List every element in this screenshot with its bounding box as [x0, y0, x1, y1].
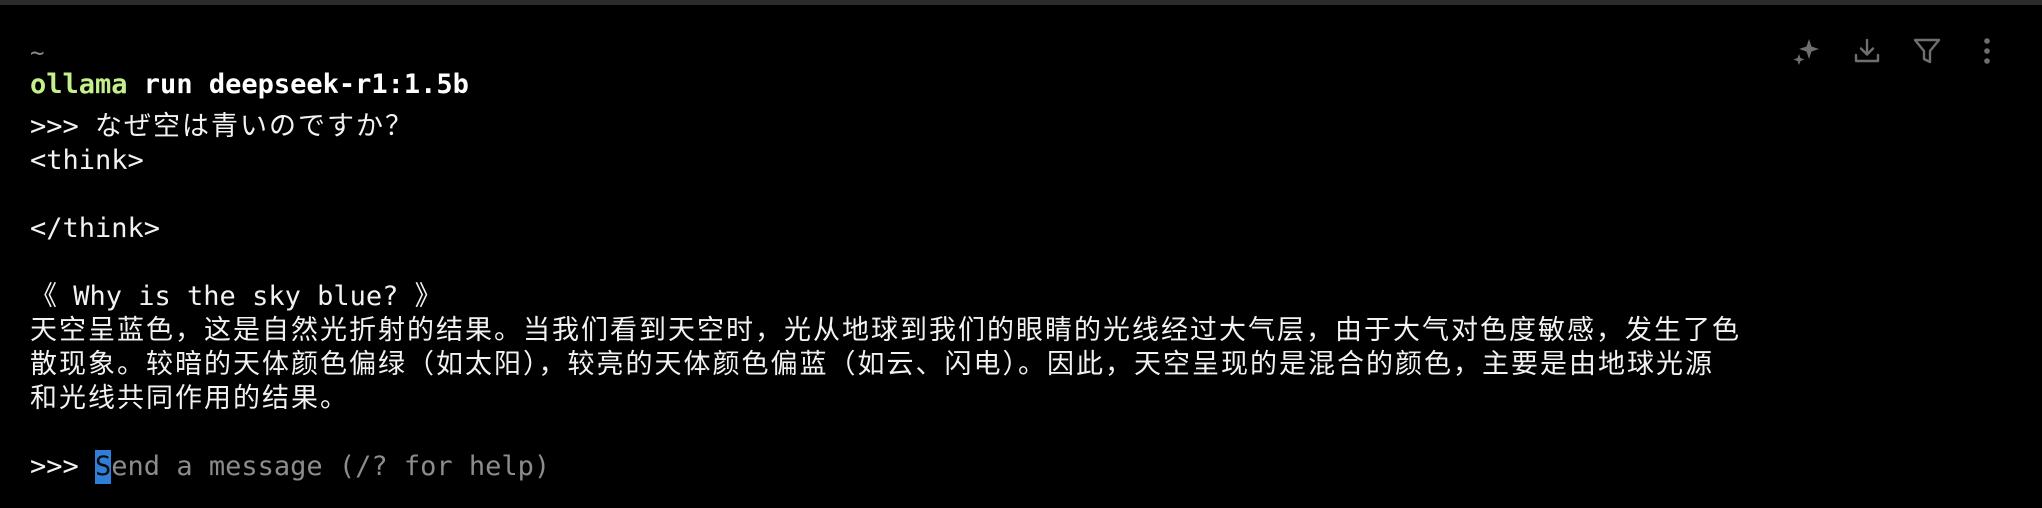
response-line-3: 和光线共同作用的结果。 [30, 383, 349, 414]
user-prompt-line: >>> なぜ空は青いのですか？ [30, 110, 1990, 144]
response-line-2: 散现象。较暗的天体颜色偏绿（如太阳），较亮的天体颜色偏蓝（如云、闪电）。因此，天… [30, 349, 1714, 380]
terminal-output[interactable]: ~ ollama run deepseek-r1:1.5b >>> なぜ空は青い… [30, 38, 1990, 484]
command-program: ollama [30, 69, 128, 100]
command-line: ollama run deepseek-r1:1.5b [30, 68, 1990, 102]
input-line[interactable]: >>> Send a message (/? for help) [30, 450, 1990, 484]
input-prompt-symbol: >>> [30, 451, 96, 482]
text-cursor: S [95, 450, 112, 484]
think-close-tag: </think> [30, 213, 161, 244]
response-title: 《 Why is the sky blue? 》 [30, 281, 442, 312]
response-line-1: 天空呈蓝色，这是自然光折射的结果。当我们看到天空时，光从地球到我们的眼睛的光线经… [30, 315, 1741, 346]
prompt-symbol: >>> [30, 111, 96, 142]
current-directory: ~ [30, 39, 45, 67]
window-top-border [0, 0, 2042, 5]
message-input-placeholder[interactable]: end a message (/? for help) [111, 451, 550, 482]
command-args: run deepseek-r1:1.5b [127, 69, 469, 100]
user-message: なぜ空は青いのですか？ [95, 111, 415, 142]
think-open-tag: <think> [30, 145, 144, 176]
